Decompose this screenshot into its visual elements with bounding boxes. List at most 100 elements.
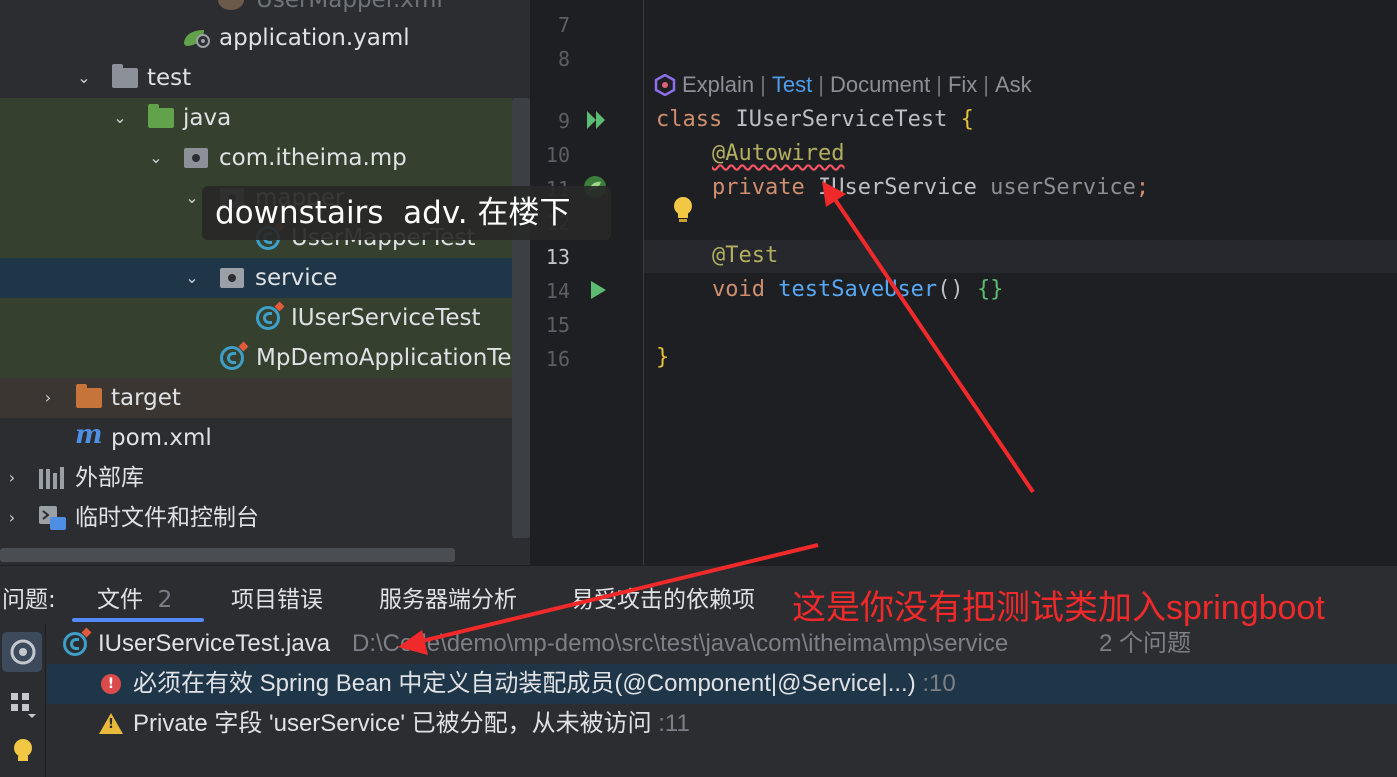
excluded-folder-icon (76, 384, 102, 408)
line-number: 14 (545, 279, 570, 303)
class-name: IUserServiceTest (735, 107, 948, 132)
tree-item-scratches[interactable]: › 临时文件和控制台 (0, 498, 530, 538)
problem-item-error[interactable]: ! 必须在有效 Spring Bean 中定义自动装配成员(@Component… (47, 664, 1397, 704)
run-test-icon[interactable] (588, 279, 608, 301)
tab-label: 文件 (97, 587, 143, 613)
tree-item-package-root[interactable]: ⌄ com.itheima.mp (0, 138, 512, 178)
annotation-test: @Test (712, 243, 779, 268)
line-number: 10 (545, 143, 570, 167)
problem-message: 必须在有效 Spring Bean 中定义自动装配成员(@Component|@… (133, 670, 916, 697)
codelens-separator: | (760, 72, 766, 97)
tab-vulnerable-dependencies[interactable]: 易受攻击的依赖项 (571, 580, 755, 614)
keyword: class (656, 107, 723, 132)
tree-item-label: 临时文件和控制台 (75, 505, 259, 531)
codelens-separator: | (818, 72, 824, 97)
intention-bulb-icon[interactable] (672, 196, 694, 226)
java-class-icon (220, 346, 244, 370)
folder-icon (112, 64, 138, 88)
tree-item-iuserservicetest[interactable]: IUserServiceTest (0, 298, 512, 338)
tree-item-external-libraries[interactable]: › 外部库 (0, 458, 530, 498)
keyword: void (712, 277, 765, 302)
file-name: IUserServiceTest.java (98, 630, 331, 657)
line-number: 7 (557, 13, 570, 37)
problem-file-row[interactable]: IUserServiceTest.java D:\Code\demo\mp-de… (47, 624, 1397, 664)
package-icon (184, 148, 208, 168)
spring-config-icon (184, 30, 210, 48)
codelens-test[interactable]: Test (772, 72, 812, 98)
codelens-ask[interactable]: Ask (995, 72, 1032, 98)
tab-file[interactable]: 文件 2 (97, 580, 172, 614)
java-class-icon (256, 306, 280, 330)
file-path: D:\Code\demo\mp-demo\src\test\java\com\i… (352, 630, 1009, 657)
problem-line: :11 (658, 710, 690, 737)
run-all-tests-icon[interactable] (585, 108, 609, 132)
type-name: IUserService (817, 175, 977, 200)
codelens-fix[interactable]: Fix (948, 72, 977, 98)
problem-item-warning[interactable]: Private 字段 'userService' 已被分配，从未被访问 :11 (47, 704, 1397, 744)
tab-count: 2 (157, 587, 173, 613)
code-line-14: void testSaveUser() {} (712, 277, 1003, 302)
semicolon: ; (1135, 175, 1150, 200)
chevron-down-icon[interactable]: ⌄ (76, 70, 92, 86)
field-name: userService (990, 175, 1136, 200)
tab-server-analysis[interactable]: 服务器端分析 (379, 580, 517, 614)
problems-side-toolbar (0, 624, 46, 777)
line-number: 9 (557, 109, 570, 133)
tree-item-pom-xml[interactable]: m pom.xml (0, 418, 530, 458)
chevron-right-icon[interactable]: › (4, 470, 20, 486)
tree-item-java[interactable]: ⌄ java (0, 98, 512, 138)
code-line-10: @Autowired (712, 141, 844, 166)
tree-horizontal-scrollbar[interactable] (0, 548, 455, 562)
problem-text: Private 字段 'userService' 已被分配，从未被访问 :11 (133, 704, 690, 744)
warning-icon (99, 713, 123, 734)
chevron-down-icon[interactable]: ⌄ (148, 150, 164, 166)
tree-item-label: 外部库 (75, 465, 144, 491)
problem-text: 必须在有效 Spring Bean 中定义自动装配成员(@Component|@… (133, 664, 956, 704)
maven-icon: m (75, 420, 103, 450)
tree-item-target[interactable]: › target (0, 378, 530, 418)
problem-count: 2 个问题 (1099, 630, 1192, 657)
quick-fix-bulb-icon[interactable] (8, 736, 38, 766)
annotation-autowired: @Autowired (712, 141, 845, 166)
tree-vertical-scrollbar[interactable] (512, 98, 530, 538)
chevron-down-icon[interactable]: ⌄ (184, 270, 200, 286)
code-line-11: private IUserService userService; (712, 175, 1149, 200)
java-class-icon (63, 632, 87, 656)
code-line-16: } (656, 345, 669, 370)
library-icon (39, 467, 64, 489)
tree-item-mpdemoapplicationtests[interactable]: MpDemoApplicationTes (0, 338, 524, 378)
tree-item-label: MpDemoApplicationTes (256, 345, 524, 371)
chevron-down-icon[interactable]: ⌄ (112, 110, 128, 126)
package-icon (220, 268, 244, 288)
tab-project-errors[interactable]: 项目错误 (231, 580, 323, 614)
line-number: 13 (545, 245, 570, 269)
tree-item-label: service (255, 265, 338, 291)
code-line-13: @Test (712, 243, 778, 268)
tree-item-label: target (111, 385, 181, 411)
tree-item-service[interactable]: ⌄ service (0, 258, 530, 298)
brace: { (960, 107, 974, 132)
active-tab-indicator (72, 618, 204, 622)
chevron-down-icon[interactable]: ⌄ (184, 190, 200, 206)
chevron-right-icon[interactable]: › (40, 390, 56, 406)
gutter-divider (643, 0, 644, 565)
problem-line: :10 (922, 670, 956, 697)
codelens-separator: | (936, 72, 942, 97)
inspection-icon[interactable] (8, 637, 38, 667)
scratches-icon (39, 506, 66, 530)
codelens-document[interactable]: Document (830, 72, 930, 98)
tree-item-usermapper-xml[interactable]: UserMapper.xml (0, 0, 530, 20)
xml-file-icon (218, 0, 244, 10)
chevron-right-icon[interactable]: › (4, 510, 20, 526)
test-source-folder-icon (148, 104, 174, 128)
codelens-explain[interactable]: Explain (682, 72, 754, 98)
tree-item-test[interactable]: ⌄ test (0, 58, 530, 98)
tree-item-label: java (183, 105, 232, 131)
group-by-icon[interactable] (8, 690, 38, 720)
brace: } (656, 345, 670, 370)
ai-codelens: Explain | Test | Document | Fix | Ask (654, 72, 1032, 98)
tree-item-application-yaml[interactable]: application.yaml (0, 18, 530, 58)
problems-panel: 问题: 文件 2 项目错误 服务器端分析 易受攻击的依赖项 这是你没有把测试类加… (0, 565, 1397, 777)
tree-item-label: test (147, 65, 192, 91)
line-number: 8 (557, 47, 570, 71)
